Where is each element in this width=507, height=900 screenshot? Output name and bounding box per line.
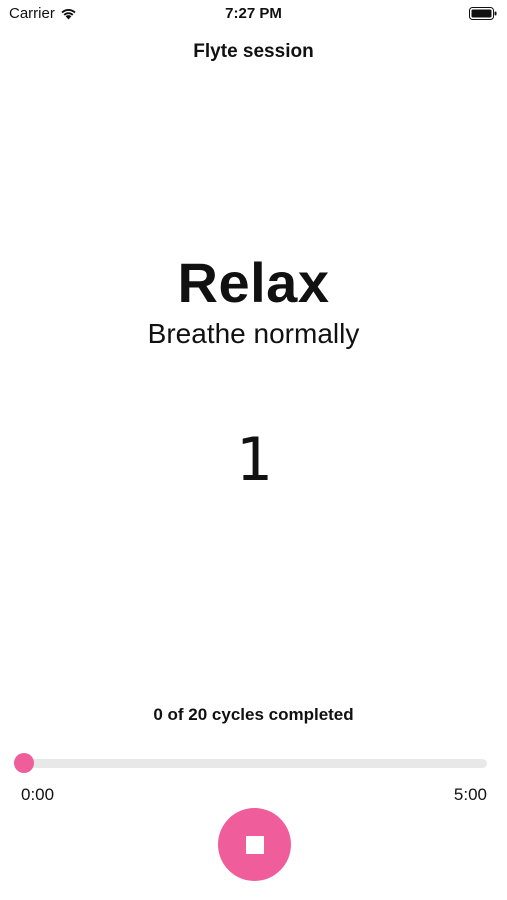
total-time: 5:00 bbox=[453, 785, 487, 804]
status-bar: Carrier 7:27 PM bbox=[0, 0, 507, 30]
phase-instruction: Breathe normally bbox=[147, 318, 360, 349]
battery-full-icon bbox=[469, 7, 497, 20]
session-progress-track[interactable] bbox=[14, 753, 487, 773]
breath-count: 1 bbox=[235, 425, 272, 495]
nav-title: Flyte session bbox=[193, 41, 314, 62]
cycles-completed-label: 0 of 20 cycles completed bbox=[153, 705, 354, 724]
stop-button[interactable] bbox=[218, 808, 291, 881]
session-progress-thumb[interactable] bbox=[14, 753, 34, 773]
phase-title: Relax bbox=[177, 251, 330, 314]
status-time: 7:27 PM bbox=[225, 5, 282, 22]
elapsed-time: 0:00 bbox=[21, 785, 55, 804]
stop-icon bbox=[245, 835, 264, 854]
